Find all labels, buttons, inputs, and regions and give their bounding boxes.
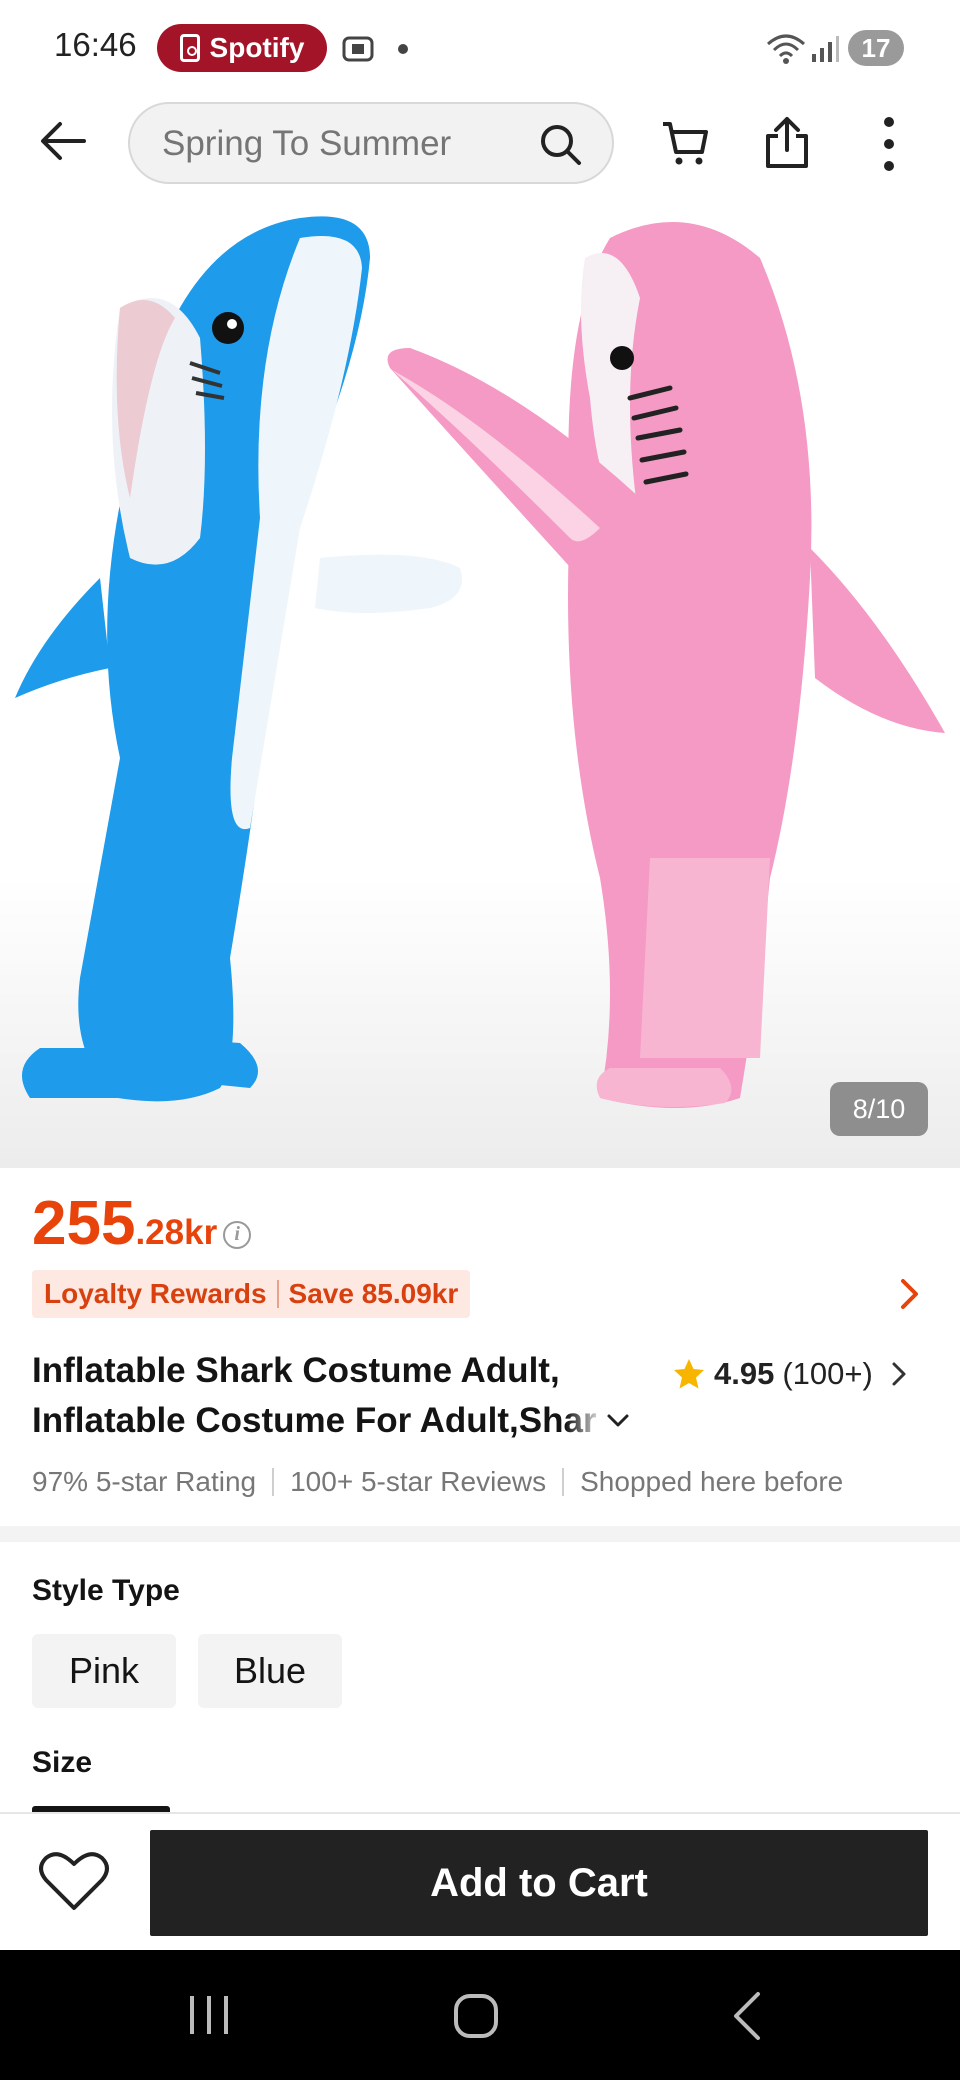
back-arrow-icon: [41, 122, 86, 160]
style-type-label: Style Type: [32, 1574, 180, 1607]
product-title-line1: Inflatable Shark Costume Adult,: [32, 1351, 560, 1390]
info-icon[interactable]: i: [223, 1220, 252, 1249]
recent-apps-icon[interactable]: [186, 1994, 232, 2036]
product-title-line2-text: Inflatable Costume For Adult,: [32, 1401, 519, 1440]
stat-5star-rating: 97% 5-star Rating: [32, 1466, 257, 1497]
status-time: 16:46: [54, 26, 137, 63]
notification-dot: [398, 44, 408, 54]
product-image: [15, 216, 945, 1108]
rating-summary[interactable]: 4.95 (100+): [672, 1354, 907, 1394]
price-decimal: .28kr: [135, 1213, 218, 1252]
product-stats: 97% 5-star Rating 100+ 5-star Reviews Sh…: [32, 1464, 843, 1500]
wifi-icon: [767, 34, 805, 64]
home-icon[interactable]: [452, 1992, 500, 2040]
stat-5star-reviews: 100+ 5-star Reviews: [290, 1466, 547, 1497]
speaker-icon: [179, 34, 200, 62]
style-option-pink[interactable]: Pink: [32, 1634, 176, 1708]
loyalty-label: Loyalty Rewards: [44, 1278, 267, 1309]
stat-shopped-before: Shopped here before: [580, 1466, 844, 1497]
blue-shark-illustration: [15, 216, 462, 1102]
loyalty-separator: [276, 1280, 279, 1308]
image-counter: 8/10: [830, 1082, 928, 1136]
rating-score: 4.95: [714, 1356, 775, 1391]
product-image-gallery[interactable]: [0, 198, 960, 1168]
stats-separator: [562, 1468, 565, 1496]
product-title[interactable]: Inflatable Shark Costume Adult, Inflatab…: [32, 1346, 652, 1446]
chevron-right-icon[interactable]: [898, 1276, 922, 1312]
price-integer: 255: [32, 1189, 136, 1258]
spotify-label: Spotify: [209, 32, 305, 63]
signal-icon: [812, 36, 839, 62]
size-label: Size: [32, 1746, 93, 1779]
battery-indicator: 17: [848, 30, 904, 66]
heart-icon[interactable]: [38, 1848, 110, 1914]
pink-shark-illustration: [387, 222, 945, 1108]
product-title-truncated: Shar: [519, 1396, 597, 1446]
status-bar: 16:46 Spotify 17: [0, 0, 960, 96]
loyalty-rewards-badge[interactable]: Loyalty Rewards Save 85.09kr: [32, 1270, 471, 1318]
star-icon: [674, 1359, 704, 1389]
section-divider: [0, 1526, 960, 1542]
price: 255 .28kr i: [32, 1188, 252, 1258]
back-button[interactable]: [34, 112, 92, 170]
loyalty-save: Save 85.09kr: [288, 1278, 459, 1309]
product-title-line2: Inflatable Costume For Adult, Shar: [32, 1396, 652, 1446]
search-bar[interactable]: [128, 102, 614, 184]
stats-separator: [272, 1468, 275, 1496]
style-option-blue[interactable]: Blue: [198, 1634, 342, 1708]
rating-count: (100+): [782, 1356, 873, 1391]
more-vertical-icon[interactable]: [876, 116, 902, 172]
search-icon[interactable]: [538, 122, 582, 166]
search-input[interactable]: [160, 104, 524, 184]
cart-icon[interactable]: [660, 118, 710, 168]
share-icon[interactable]: [762, 116, 812, 170]
add-to-cart-button[interactable]: Add to Cart: [150, 1830, 928, 1936]
chevron-down-icon[interactable]: [605, 1411, 631, 1431]
screen-capture-icon: [342, 36, 374, 62]
spotify-pill[interactable]: Spotify: [157, 24, 327, 72]
system-back-icon[interactable]: [730, 1990, 764, 2042]
chevron-right-icon: [892, 1362, 906, 1386]
